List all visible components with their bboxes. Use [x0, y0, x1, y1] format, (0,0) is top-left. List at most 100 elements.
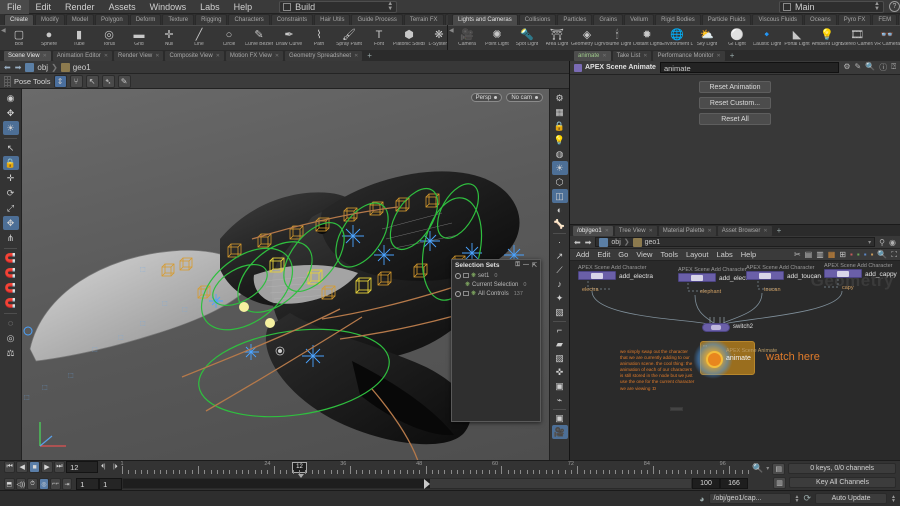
node-body[interactable]	[824, 269, 862, 278]
shelf-tab-viscous-fluids[interactable]: Viscous Fluids	[752, 14, 804, 25]
pane-tab-geometry-spreadsheet[interactable]: Geometry Spreadsheet ✕	[285, 50, 363, 61]
step-back-button[interactable]: ◀	[16, 461, 28, 473]
node-add-cappy[interactable]: APEX Scene Add Character add_cappy capy	[824, 263, 897, 291]
reset-custom-button[interactable]: Reset Custom...	[699, 97, 771, 109]
sticky-note-scrollbar[interactable]	[670, 407, 683, 411]
shelf-tab-guide-process[interactable]: Guide Process	[351, 14, 403, 25]
shelf-item-volume-light[interactable]: 🕯 Volume Light	[602, 29, 632, 47]
node-body[interactable]	[746, 271, 784, 280]
shelf-tab-oceans[interactable]: Oceans	[804, 14, 837, 25]
pose-tool-paint[interactable]: ✎	[117, 74, 131, 88]
selection-set-row[interactable]: ❋ set1 0	[452, 271, 540, 280]
pose-tool-transform[interactable]: ⇕	[53, 74, 67, 88]
node-body[interactable]	[578, 271, 616, 280]
shelf-item-stereo-camera[interactable]: 🎞 Stereo Camera	[841, 29, 873, 47]
node-body[interactable]	[702, 323, 730, 332]
particle-icon[interactable]: ✦	[552, 291, 568, 305]
chevron-down-icon[interactable]: ▾	[868, 239, 871, 246]
light-toggle-icon[interactable]: 💡	[552, 133, 568, 147]
view-tool-measure[interactable]: ⚖	[3, 346, 19, 360]
close-icon[interactable]: ✕	[155, 52, 159, 60]
pane-tab-scene-view[interactable]: Scene View ✕	[4, 50, 51, 61]
view-tool-magnet-a[interactable]: 🧲	[3, 251, 19, 265]
key-snap-button[interactable]: ⌐⌐	[50, 478, 61, 490]
node-add-toucan[interactable]: APEX Scene Add Character add_toucan touc…	[746, 265, 821, 293]
menu-item-assets[interactable]: Assets	[102, 0, 143, 14]
shelf-tab-modify[interactable]: Modify	[35, 14, 65, 25]
shelf-tab-model[interactable]: Model	[65, 14, 95, 25]
network-canvas[interactable]: Geometry APEX Scene Add Character add_el…	[570, 261, 900, 460]
pose-tool-pick[interactable]: ↖	[85, 74, 99, 88]
audio-button[interactable]: ◁))	[15, 478, 27, 490]
node-animate[interactable]: ▪▪▪ APEX Scene Animate animate	[693, 339, 777, 379]
close-icon[interactable]: ✕	[716, 52, 720, 60]
status-node-path[interactable]: /obj/geo1/cap...	[708, 493, 791, 504]
network-options-icon[interactable]: ◉	[889, 238, 896, 247]
channel-icon[interactable]: ▥	[773, 476, 786, 489]
range-end-field[interactable]: 1	[99, 478, 122, 490]
wireframe-icon[interactable]: ⬡	[552, 175, 568, 189]
pane-tab-tree-view[interactable]: Tree View ✕	[614, 225, 657, 236]
chevron-updown-icon[interactable]: ▲ ▼	[795, 494, 800, 503]
shelf-tab-grains[interactable]: Grains	[593, 14, 624, 25]
shelf-item-sky-light[interactable]: ⛅ Sky Light	[692, 29, 722, 47]
shelf-tab-texture[interactable]: Texture	[162, 14, 195, 25]
close-icon[interactable]: ✕	[275, 52, 279, 60]
add-pane-tab-button[interactable]: +	[774, 226, 785, 235]
close-icon[interactable]: ✕	[707, 227, 711, 235]
timeline-ruler[interactable]: 12 1 24 36 48 60 72 84 96	[120, 461, 749, 478]
render-region-icon[interactable]: ▣	[552, 379, 568, 393]
node-body[interactable]	[678, 273, 716, 282]
forward-icon[interactable]: ➡	[585, 238, 592, 247]
pane-tab-asset-browser[interactable]: Asset Browser ✕	[717, 225, 772, 236]
help-icon[interactable]: ⍰	[891, 62, 896, 73]
network-path-field[interactable]: obj ❯ geo1 ▾	[595, 237, 876, 247]
pane-tab-animate[interactable]: animate ✕	[574, 50, 611, 61]
display-options-icon[interactable]: ⚙	[552, 91, 568, 105]
forward-icon[interactable]: ➡	[15, 63, 22, 72]
menu-item-labs[interactable]: Labs	[193, 0, 227, 14]
info-icon[interactable]: ⓘ	[879, 62, 887, 73]
node-add-electra2[interactable]: APEX Scene Add Character add_electra2 el…	[678, 267, 757, 295]
popout-icon[interactable]: ⇱	[532, 262, 537, 269]
realtime-button[interactable]: ⏱	[27, 478, 38, 490]
view-type-chip[interactable]: Persp	[470, 93, 503, 102]
chevron-updown-icon[interactable]: ▲ ▼	[891, 494, 896, 503]
set-flag-icon[interactable]	[463, 273, 469, 278]
menu-item-file[interactable]: File	[0, 0, 29, 14]
magnify-icon[interactable]: 🔍	[752, 463, 763, 474]
pane-tab-take-list[interactable]: Take List ✕	[612, 50, 652, 61]
visibility-icon[interactable]	[455, 290, 461, 297]
network-menu-layout[interactable]: Layout	[682, 250, 713, 259]
shelf-tab-terrain-fx[interactable]: Terrain FX	[403, 14, 444, 25]
list-icon[interactable]: ▤	[805, 250, 813, 260]
shelf-item-geometry-light[interactable]: ◈ Geometry Light	[571, 29, 603, 47]
shelf-tab-particle-fluids[interactable]: Particle Fluids	[701, 14, 752, 25]
reset-all-button[interactable]: Reset All	[699, 113, 771, 125]
close-icon[interactable]: ✕	[763, 227, 767, 235]
menu-item-windows[interactable]: Windows	[143, 0, 194, 14]
shelf-item-draw-curve[interactable]: ✒ Draw Curve	[274, 29, 304, 47]
shelf-tab-rigging[interactable]: Rigging	[195, 14, 228, 25]
network-menu-tools[interactable]: Tools	[656, 250, 682, 259]
shelf-item-spot-light[interactable]: 🔦 Spot Light	[512, 29, 542, 47]
shelf-item-grid[interactable]: ▬ Grid	[124, 29, 154, 47]
pose-tool-bone[interactable]: ➴	[101, 74, 115, 88]
shelf-item-l-system[interactable]: ❋L-System	[424, 29, 447, 47]
flag-orange-icon[interactable]: ▪	[871, 250, 874, 260]
shelf-item-circle[interactable]: ○ Circle	[214, 29, 244, 47]
loop-button[interactable]: ⇥	[61, 478, 73, 490]
shelf-icon[interactable]: ▰	[552, 337, 568, 351]
material-icon[interactable]: ◍	[552, 147, 568, 161]
texture-icon[interactable]: ▨	[552, 351, 568, 365]
search-icon[interactable]: 🔍	[877, 250, 887, 260]
menu-item-edit[interactable]: Edit	[29, 0, 59, 14]
shelf-item-spray-paint[interactable]: 🖌 Spray Paint	[334, 29, 364, 47]
keys-icon[interactable]: ▤	[772, 462, 786, 475]
shelf-collapse-right-icon[interactable]: ◀	[449, 27, 454, 34]
menu-item-help[interactable]: Help	[227, 0, 260, 14]
smooth-shade-icon[interactable]: ☀	[551, 161, 568, 175]
pane-tab-composite-view[interactable]: Composite View ✕	[165, 50, 224, 61]
curve-icon[interactable]: ♪	[552, 277, 568, 291]
shelf-item-platonic-solids[interactable]: ⬢ Platonic Solids	[393, 29, 425, 47]
